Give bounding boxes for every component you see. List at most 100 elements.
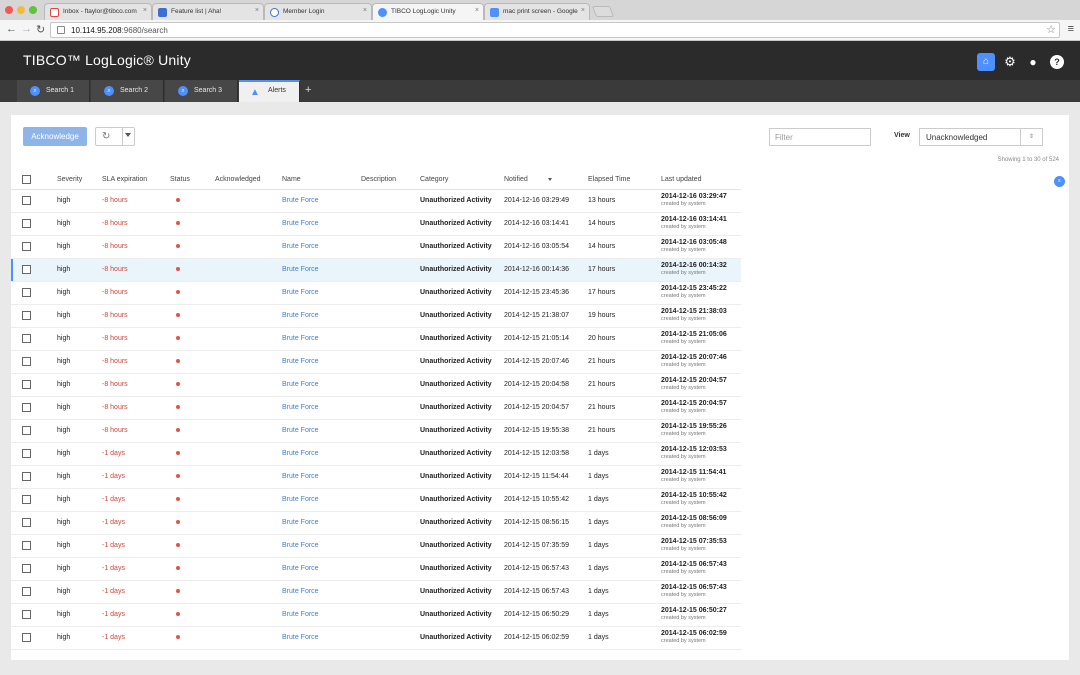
header-notified[interactable]: Notified: [504, 171, 588, 190]
alert-name-link[interactable]: Brute Force: [282, 450, 319, 457]
help-icon[interactable]: ?: [1048, 53, 1066, 71]
header-name[interactable]: Name: [282, 171, 361, 190]
table-row[interactable]: high -1 days Brute Force Unauthorized Activ…: [11, 557, 741, 581]
filter-input[interactable]: Filter: [769, 128, 871, 146]
alert-name-link[interactable]: Brute Force: [282, 335, 319, 342]
row-checkbox[interactable]: [22, 518, 31, 527]
table-row[interactable]: high -8 hours Brute Force Unauthorized Acti…: [11, 235, 741, 259]
table-row[interactable]: high -8 hours Brute Force Unauthorized Acti…: [11, 350, 741, 374]
table-row[interactable]: high -8 hours Brute Force Unauthorized Acti…: [11, 189, 741, 213]
browser-tab-gmail[interactable]: Inbox - ftaylor@tibco.com ×: [44, 3, 152, 20]
close-tab-icon[interactable]: ×: [475, 7, 479, 14]
dashboard-icon[interactable]: ⌂: [977, 53, 995, 71]
row-checkbox[interactable]: [22, 265, 31, 274]
alert-name-link[interactable]: Brute Force: [282, 243, 319, 250]
header-category[interactable]: Category: [420, 171, 504, 190]
table-row[interactable]: high -8 hours Brute Force Unauthorized Acti…: [11, 396, 741, 420]
browser-tab-member-login[interactable]: Member Login ×: [264, 3, 372, 20]
table-row[interactable]: high -1 days Brute Force Unauthorized Activ…: [11, 534, 741, 558]
row-checkbox[interactable]: [22, 633, 31, 642]
row-checkbox[interactable]: [22, 426, 31, 435]
header-sla-expiration[interactable]: SLA expiration: [102, 171, 170, 190]
row-checkbox[interactable]: [22, 472, 31, 481]
alert-name-link[interactable]: Brute Force: [282, 588, 319, 595]
table-row[interactable]: high -1 days Brute Force Unauthorized Activ…: [11, 465, 741, 489]
table-row[interactable]: high -1 days Brute Force Unauthorized Activ…: [11, 511, 741, 535]
browser-menu-icon[interactable]: ≡: [1068, 23, 1074, 35]
tab-search-1[interactable]: ⌕ Search 1: [17, 80, 90, 102]
close-tab-icon[interactable]: ×: [363, 7, 367, 14]
settings-gear-icon[interactable]: ⚙: [1001, 53, 1019, 71]
close-tab-icon[interactable]: ×: [581, 7, 585, 14]
alert-name-link[interactable]: Brute Force: [282, 312, 319, 319]
select-arrows-icon[interactable]: ⇕: [1020, 129, 1042, 145]
alert-name-link[interactable]: Brute Force: [282, 473, 319, 480]
header-last-updated[interactable]: Last updated: [661, 171, 741, 190]
row-checkbox[interactable]: [22, 288, 31, 297]
reload-icon[interactable]: ↻: [36, 23, 45, 36]
alert-name-link[interactable]: Brute Force: [282, 381, 319, 388]
table-row[interactable]: high -8 hours Brute Force Unauthorized Acti…: [11, 327, 741, 351]
address-bar[interactable]: 10.114.95.208:9680/search: [50, 22, 1060, 38]
tab-alerts[interactable]: ▲ Alerts: [239, 80, 300, 102]
browser-tab-tibco[interactable]: TIBCO LogLogic Unity ×: [372, 3, 484, 20]
alert-name-link[interactable]: Brute Force: [282, 220, 319, 227]
close-tab-icon[interactable]: ×: [143, 7, 147, 14]
table-row[interactable]: high -8 hours Brute Force Unauthorized Acti…: [11, 373, 741, 397]
alert-name-link[interactable]: Brute Force: [282, 197, 319, 204]
alert-name-link[interactable]: Brute Force: [282, 611, 319, 618]
table-row[interactable]: high -8 hours Brute Force Unauthorized Acti…: [11, 258, 741, 282]
row-checkbox[interactable]: [22, 196, 31, 205]
zoom-window-icon[interactable]: [29, 6, 37, 14]
close-tab-icon[interactable]: ×: [255, 7, 259, 14]
alert-name-link[interactable]: Brute Force: [282, 519, 319, 526]
table-row[interactable]: high -1 days Brute Force Unauthorized Activ…: [11, 442, 741, 466]
browser-tab-google[interactable]: mac print screen - Google ×: [484, 3, 590, 20]
refresh-split-button[interactable]: ↻: [95, 127, 135, 146]
page-info-icon[interactable]: [57, 26, 65, 34]
table-row[interactable]: high -8 hours Brute Force Unauthorized Acti…: [11, 304, 741, 328]
row-checkbox[interactable]: [22, 449, 31, 458]
view-select[interactable]: Unacknowledged ⇕: [919, 128, 1043, 146]
table-row[interactable]: high -1 days Brute Force Unauthorized Activ…: [11, 488, 741, 512]
alert-name-link[interactable]: Brute Force: [282, 634, 319, 641]
row-checkbox[interactable]: [22, 610, 31, 619]
header-acknowledged[interactable]: Acknowledged: [215, 171, 282, 190]
table-row[interactable]: high -8 hours Brute Force Unauthorized Acti…: [11, 212, 741, 236]
table-row[interactable]: high -1 days Brute Force Unauthorized Activ…: [11, 603, 741, 627]
header-description[interactable]: Description: [361, 171, 420, 190]
row-checkbox[interactable]: [22, 403, 31, 412]
table-row[interactable]: high -1 days Brute Force Unauthorized Activ…: [11, 626, 741, 650]
row-checkbox[interactable]: [22, 495, 31, 504]
row-checkbox[interactable]: [22, 564, 31, 573]
tab-search-2[interactable]: ⌕ Search 2: [91, 80, 164, 102]
user-icon[interactable]: ●: [1024, 53, 1042, 71]
back-icon[interactable]: ←: [6, 23, 17, 35]
header-status[interactable]: Status: [170, 171, 215, 190]
row-checkbox[interactable]: [22, 541, 31, 550]
column-chooser-icon[interactable]: ≡: [1054, 176, 1065, 187]
table-row[interactable]: high -1 days Brute Force Unauthorized Activ…: [11, 580, 741, 604]
alert-name-link[interactable]: Brute Force: [282, 289, 319, 296]
table-row[interactable]: high -8 hours Brute Force Unauthorized Acti…: [11, 281, 741, 305]
alert-name-link[interactable]: Brute Force: [282, 565, 319, 572]
row-checkbox[interactable]: [22, 587, 31, 596]
alert-name-link[interactable]: Brute Force: [282, 496, 319, 503]
browser-tab-aha[interactable]: Feature list | Aha! ×: [152, 3, 264, 20]
row-checkbox[interactable]: [22, 380, 31, 389]
select-all-checkbox[interactable]: [22, 175, 31, 185]
chevron-down-icon[interactable]: [125, 133, 131, 137]
add-tab-button[interactable]: +: [305, 84, 311, 96]
header-severity[interactable]: Severity: [57, 171, 102, 190]
alert-name-link[interactable]: Brute Force: [282, 542, 319, 549]
refresh-icon[interactable]: ↻: [102, 131, 110, 142]
row-checkbox[interactable]: [22, 242, 31, 251]
alert-name-link[interactable]: Brute Force: [282, 266, 319, 273]
row-checkbox[interactable]: [22, 219, 31, 228]
alert-name-link[interactable]: Brute Force: [282, 427, 319, 434]
new-tab-button[interactable]: [591, 6, 615, 17]
table-row[interactable]: high -8 hours Brute Force Unauthorized Acti…: [11, 419, 741, 443]
minimize-window-icon[interactable]: [17, 6, 25, 14]
bookmark-star-icon[interactable]: ☆: [1046, 23, 1056, 36]
header-elapsed-time[interactable]: Elapsed Time: [588, 171, 661, 190]
